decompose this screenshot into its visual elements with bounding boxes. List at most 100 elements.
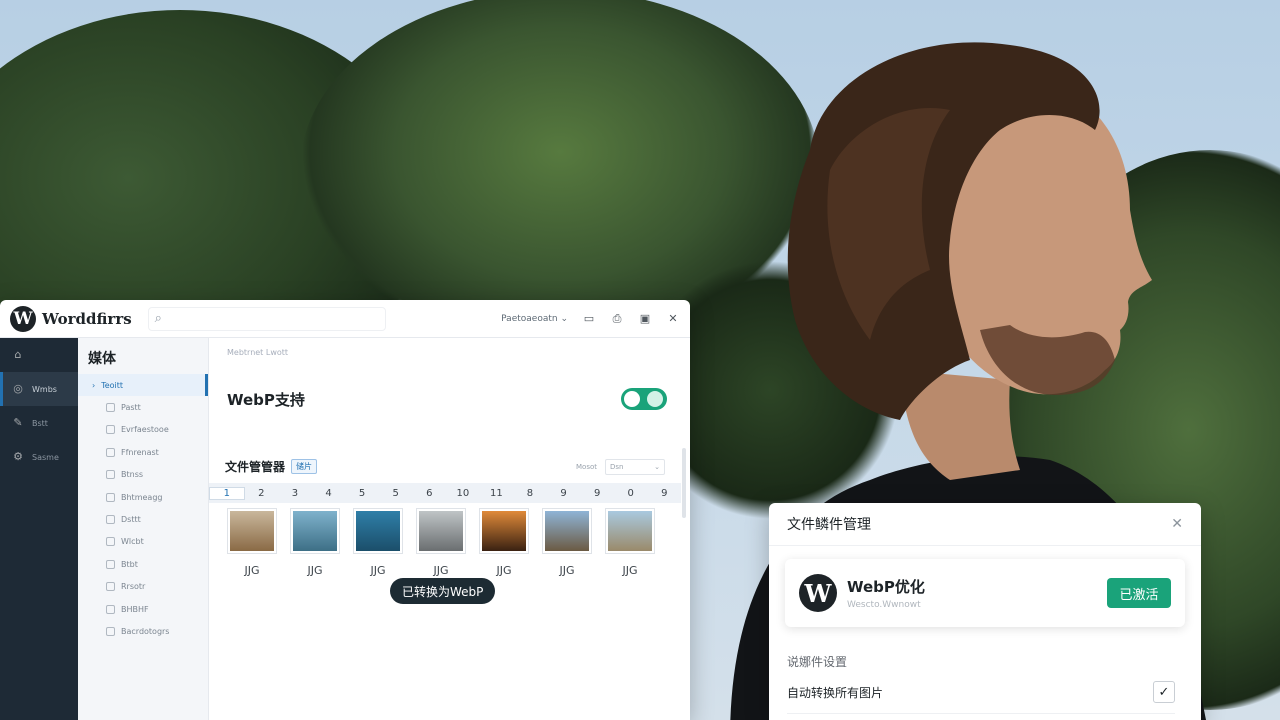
thumbnail-image[interactable] — [353, 508, 403, 554]
sidebar-item-edit[interactable]: ✎ Bstt — [0, 406, 78, 440]
page-number[interactable]: 0 — [614, 488, 648, 499]
page-number[interactable]: 10 — [446, 488, 480, 499]
page-number[interactable]: 11 — [480, 488, 514, 499]
filter-value: Dsn — [610, 462, 624, 471]
thumbnail-label: JJG — [622, 564, 638, 577]
search-input[interactable]: ⌕ — [147, 306, 386, 331]
filter-controls: Mosot Dsn ⌄ — [576, 458, 665, 475]
thumbnail-image[interactable] — [542, 508, 592, 554]
thumbnail-photo — [419, 511, 463, 551]
page-number[interactable]: 2 — [245, 488, 279, 499]
item-icon — [106, 626, 115, 636]
submenu-item[interactable]: Wlcbt — [78, 531, 208, 553]
page-number[interactable]: 1 — [209, 486, 245, 500]
close-icon[interactable]: ✕ — [666, 312, 680, 325]
chevron-right-icon: › — [92, 380, 96, 390]
submenu-item-label: Ffnrenast — [121, 447, 159, 457]
scrollbar[interactable] — [682, 448, 686, 518]
thumbnail-image[interactable] — [290, 508, 340, 554]
sidebar-item-media[interactable]: ◎ Wmbs — [0, 372, 78, 406]
submenu-item[interactable]: BHBHF — [78, 598, 208, 620]
thumbnail-label: JJG — [559, 564, 575, 577]
edit-icon: ✎ — [13, 416, 23, 429]
submenu-item-label: Evrfaestooe — [121, 425, 169, 435]
submenu-item[interactable]: Evrfaestooe — [78, 419, 208, 441]
page-number[interactable]: 9 — [547, 488, 581, 499]
printer-icon[interactable]: ⎙ — [610, 312, 624, 326]
thumbnail-item[interactable]: JJG — [290, 508, 340, 577]
thumbnail-photo — [356, 511, 400, 551]
item-icon — [106, 604, 115, 614]
thumbnail-item[interactable]: JJG — [416, 508, 466, 577]
item-icon — [106, 559, 115, 569]
submenu-item-label: Rrsotr — [121, 582, 146, 592]
home-icon: ⌂ — [14, 348, 22, 361]
dialog-title: 文件鳞件管理 — [787, 517, 871, 533]
plugin-info: WebP优化 Wescto.Wwnowt — [847, 576, 925, 610]
save-icon[interactable]: ▣ — [638, 312, 652, 325]
auto-convert-checkbox[interactable]: ✓ — [1153, 681, 1175, 703]
page-number[interactable]: 9 — [580, 488, 614, 499]
page-number[interactable]: 5 — [345, 488, 379, 499]
thumbnail-item[interactable]: JJG — [479, 508, 529, 577]
toolbar-right: Paetoaeoatn ⌄ ▭ ⎙ ▣ ✕ — [501, 312, 680, 326]
submenu-item[interactable]: Dsttt — [78, 508, 208, 530]
thumbnail-item[interactable]: JJG — [353, 508, 403, 577]
submenu-item[interactable]: Bhtmeagg — [78, 486, 208, 508]
thumbnail-image[interactable] — [416, 508, 466, 554]
plugin-name: WebP优化 — [847, 578, 925, 596]
toggle-knob-secondary — [647, 391, 663, 407]
submenu-item[interactable]: Ffnrenast — [78, 441, 208, 463]
page-number[interactable]: 5 — [379, 488, 413, 499]
submenu-item[interactable]: Rrsotr — [78, 576, 208, 598]
thumbnail-item[interactable]: JJG — [227, 508, 277, 577]
dialog-header: 文件鳞件管理 ✕ — [769, 503, 1201, 546]
page-number[interactable]: 6 — [412, 488, 446, 499]
auto-convert-label: 自动转换所有图片 — [787, 685, 884, 700]
plugin-manager-dialog: 文件鳞件管理 ✕ W WebP优化 Wescto.Wwnowt 已激活 说娜件设… — [769, 503, 1201, 720]
activated-button[interactable]: 已激活 — [1107, 578, 1171, 608]
item-icon — [106, 425, 115, 435]
wordpress-logo-icon[interactable]: W — [10, 305, 36, 332]
thumbnail-image[interactable] — [479, 508, 529, 554]
pagination-bar: 1 2 3 4 5 5 6 10 11 8 9 9 0 9 — [209, 483, 681, 503]
close-icon[interactable]: ✕ — [1171, 516, 1183, 532]
webp-toggle[interactable] — [621, 388, 667, 410]
page-number[interactable]: 8 — [513, 488, 547, 499]
sidebar-item-settings[interactable]: ⚙ Sasme — [0, 440, 78, 474]
thumbnail-image[interactable] — [605, 508, 655, 554]
submenu-item[interactable]: Btbt — [78, 553, 208, 575]
title-bar: W Worddfirrs ⌕ Paetoaeoatn ⌄ ▭ ⎙ ▣ ✕ — [0, 300, 690, 338]
file-manager-header: 文件管管器 储片 Mosot Dsn ⌄ — [225, 458, 665, 475]
thumbnail-item[interactable]: JJG — [605, 508, 655, 577]
media-icon: ◎ — [13, 382, 23, 395]
thumbnail-photo — [608, 511, 652, 551]
page-number[interactable]: 9 — [648, 488, 682, 499]
thumbnail-image[interactable] — [227, 508, 277, 554]
thumbnail-photo — [482, 511, 526, 551]
settings-section-label: 说娜件设置 — [787, 655, 848, 669]
file-manager-badge[interactable]: 储片 — [291, 459, 318, 474]
thumbnail-photo — [293, 511, 337, 551]
filter-select[interactable]: Dsn ⌄ — [605, 458, 665, 475]
submenu-item-label: Pastt — [121, 403, 141, 413]
thumbnail-item[interactable]: JJG — [542, 508, 592, 577]
submenu-item[interactable]: Pastt — [78, 396, 208, 418]
toolbar-dropdown[interactable]: Paetoaeoatn ⌄ — [501, 314, 568, 324]
page-number[interactable]: 3 — [278, 488, 312, 499]
chevron-down-icon: ⌄ — [560, 313, 568, 324]
sidebar-item-home[interactable]: ⌂ — [0, 338, 78, 372]
submenu-item[interactable]: › Teoitt — [78, 374, 208, 397]
item-icon — [106, 470, 115, 480]
page-number[interactable]: 4 — [312, 488, 346, 499]
item-icon — [106, 447, 115, 457]
settings-icon: ⚙ — [13, 450, 23, 463]
file-icon[interactable]: ▭ — [582, 312, 596, 325]
file-manager-title: 文件管管器 — [225, 460, 286, 474]
toggle-knob — [624, 391, 640, 407]
thumbnail-label: JJG — [307, 564, 323, 577]
brand-name: Worddfirrs — [42, 309, 132, 328]
submenu-item[interactable]: Bacrdotogrs — [78, 620, 208, 642]
admin-sidebar: ⌂ ◎ Wmbs ✎ Bstt ⚙ Sasme — [0, 338, 78, 720]
submenu-item[interactable]: Btnss — [78, 464, 208, 486]
